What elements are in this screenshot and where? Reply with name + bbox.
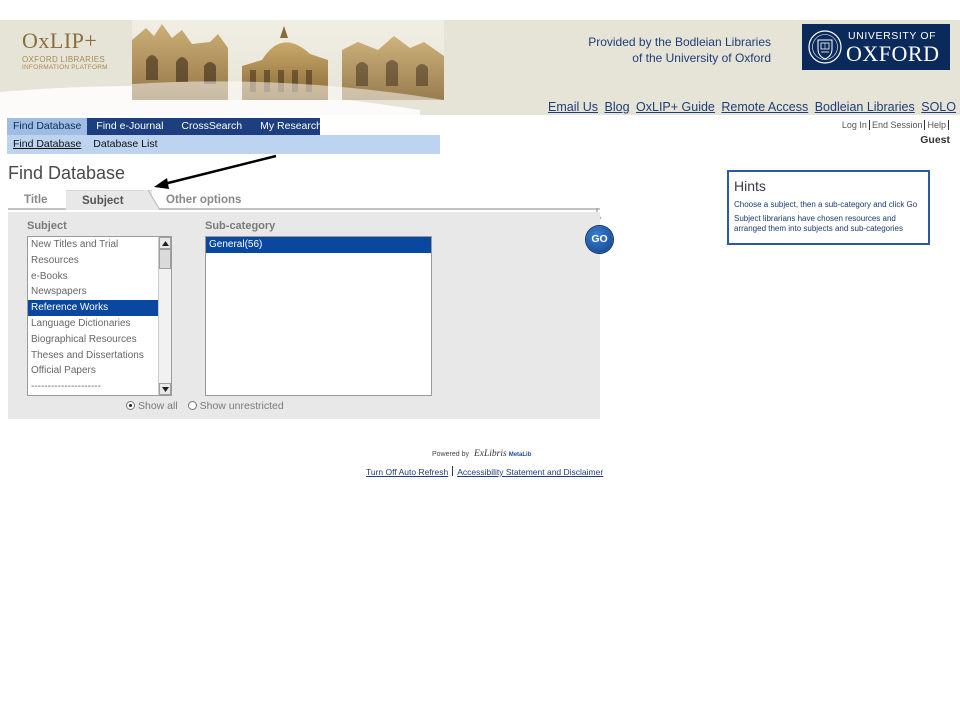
- radio-unselected-icon[interactable]: [187, 401, 197, 410]
- accessibility-statement-link[interactable]: Accessibility Statement and Disclaimer: [457, 467, 603, 477]
- show-all-label: Show all: [138, 400, 178, 412]
- oxlip-guide-link[interactable]: OxLIP+ Guide: [636, 100, 715, 114]
- nav-tab-crosssearch[interactable]: CrossSearch: [172, 118, 251, 135]
- scroll-up-button[interactable]: [159, 237, 171, 249]
- list-item[interactable]: ---------------------: [28, 379, 171, 395]
- hint-text: Choose a subject, then a sub-category an…: [734, 200, 918, 209]
- powered-by: Powered by ExLibris MetaLib: [432, 449, 531, 459]
- email-us-link[interactable]: Email Us: [548, 100, 598, 114]
- hint-text: Subject librarians have chosen resources…: [734, 214, 903, 233]
- list-item-selected[interactable]: Reference Works: [28, 300, 159, 316]
- oxford-crest-icon: [808, 30, 842, 64]
- radcliffe-camera-photo: [132, 20, 444, 100]
- nav-tab-find-database[interactable]: Find Database: [7, 118, 88, 135]
- page-title: Find Database: [8, 163, 126, 183]
- exlibris-logo: ExLibris: [473, 449, 507, 459]
- subcategory-listbox[interactable]: General(56): [205, 236, 432, 396]
- show-all-option[interactable]: Show all: [126, 400, 178, 412]
- logo-subtitle-2: INFORMATION PLATFORM: [22, 64, 108, 71]
- top-links: Email Us Blog OxLIP+ Guide Remote Access…: [545, 100, 956, 114]
- subnav-find-database[interactable]: Find Database: [7, 135, 87, 154]
- solo-link[interactable]: SOLO: [921, 100, 956, 114]
- show-options: Show all Show unrestricted: [126, 400, 291, 412]
- list-item[interactable]: e-Books: [28, 269, 171, 285]
- tab-subject-edge: [144, 190, 160, 210]
- list-item[interactable]: Theses and Dissertations: [28, 348, 171, 364]
- footer-links: Turn Off Auto Refresh Accessibility State…: [366, 466, 603, 477]
- provided-line-1: Provided by the Bodleian Libraries: [588, 35, 771, 49]
- search-tabs: Title Subject Other options: [8, 190, 600, 210]
- logo-title: OxLIP+: [22, 28, 98, 53]
- main-nav: Find Database Find e-Journal CrossSearch…: [7, 118, 322, 135]
- scrollbar-thumb[interactable]: [159, 249, 171, 269]
- hints-title: Hints: [734, 178, 766, 194]
- university-of-oxford-logo[interactable]: UNIVERSITY OF OXFORD: [802, 24, 950, 70]
- list-item-selected[interactable]: General(56): [206, 237, 431, 253]
- subcategory-label: Sub-category: [205, 220, 276, 232]
- list-item[interactable]: Official Papers: [28, 363, 171, 379]
- end-session-link[interactable]: End Session: [872, 120, 923, 130]
- subject-listbox[interactable]: New Titles and Trial Resources e-Books N…: [27, 236, 172, 396]
- list-item[interactable]: Biographical Resources: [28, 332, 171, 348]
- radio-selected-icon[interactable]: [126, 401, 135, 410]
- provided-by-text: Provided by the Bodleian Libraries of th…: [560, 34, 771, 66]
- scroll-down-button[interactable]: [159, 383, 171, 395]
- metalib-logo: MetaLib: [508, 452, 532, 458]
- nav-tab-my-research[interactable]: My Research: [251, 118, 331, 135]
- user-name: Guest: [920, 134, 950, 146]
- triangle-down-icon: [162, 387, 169, 392]
- triangle-up-icon: [162, 241, 169, 246]
- turn-off-auto-refresh-link[interactable]: Turn Off Auto Refresh: [366, 467, 448, 477]
- hints-box: Hints Choose a subject, then a sub-categ…: [727, 170, 930, 245]
- log-in-link[interactable]: Log In: [842, 120, 867, 130]
- bodleian-libraries-link[interactable]: Bodleian Libraries: [815, 100, 915, 114]
- tab-title[interactable]: Title: [24, 190, 47, 210]
- list-item[interactable]: Newspapers: [28, 284, 171, 300]
- subject-scrollbar[interactable]: [158, 237, 171, 395]
- logo-subtitle: OXFORD LIBRARIES: [22, 55, 106, 64]
- blog-link[interactable]: Blog: [605, 100, 630, 114]
- go-button[interactable]: GO: [586, 226, 613, 253]
- remote-access-link[interactable]: Remote Access: [721, 100, 808, 114]
- list-item[interactable]: Language Dictionaries: [28, 316, 171, 332]
- show-unrestricted-option[interactable]: Show unrestricted: [187, 400, 284, 412]
- user-links: Log In End Session Help: [842, 120, 951, 130]
- provided-line-2: of the University of Oxford: [632, 51, 771, 65]
- oxford-name-label: OXFORD: [846, 41, 940, 66]
- oxlip-logo[interactable]: OxLIP+ OXFORD LIBRARIES INFORMATION PLAT…: [22, 28, 132, 71]
- subject-search-panel: Subject Sub-category New Titles and Tria…: [8, 212, 600, 419]
- nav-tab-find-ejournal[interactable]: Find e-Journal: [87, 118, 172, 135]
- annotation-arrow-icon: [154, 154, 277, 189]
- powered-by-label: Powered by: [432, 451, 469, 458]
- tab-subject[interactable]: Subject: [66, 190, 152, 210]
- tab-other-options[interactable]: Other options: [166, 190, 241, 210]
- subject-label: Subject: [27, 220, 67, 232]
- list-item[interactable]: New Titles and Trial: [28, 237, 171, 253]
- show-unrestricted-label: Show unrestricted: [199, 400, 284, 412]
- help-link[interactable]: Help: [927, 120, 946, 130]
- list-item[interactable]: Resources: [28, 253, 171, 269]
